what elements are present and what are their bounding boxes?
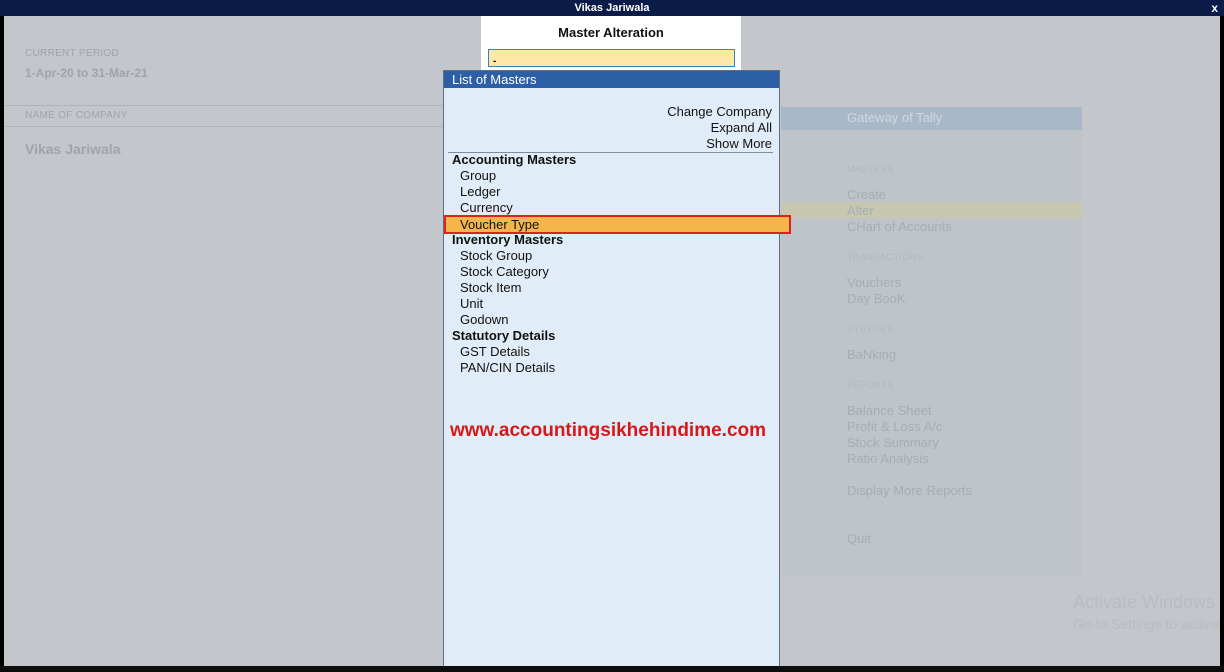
gateway-create[interactable]: Create [847, 187, 886, 202]
name-of-company-label: NAME OF COMPANY [25, 110, 128, 121]
close-icon[interactable]: x [1211, 0, 1218, 16]
master-alteration-dialog: Master Alteration - [481, 16, 741, 76]
list-item-stock-group[interactable]: Stock Group [460, 248, 532, 263]
window-title: Vikas Jariwala [574, 2, 650, 14]
change-company-button[interactable]: Change Company [667, 104, 772, 119]
list-of-masters-panel: List of Masters Change Company Expand Al… [443, 70, 791, 666]
gateway-masters-head: MASTERS [847, 164, 895, 174]
list-item-stock-category[interactable]: Stock Category [460, 264, 549, 279]
activate-windows-subtitle: Go to Settings to activate Windows. [1073, 616, 1220, 632]
list-item-gst-details[interactable]: GST Details [460, 344, 530, 359]
list-item-ledger[interactable]: Ledger [460, 184, 500, 199]
activate-windows-title: Activate Windows [1073, 592, 1216, 612]
company-name: Vikas Jariwala [25, 141, 121, 157]
gateway-stock-summary[interactable]: Stock Summary [847, 435, 939, 450]
section-inventory-masters: Inventory Masters [452, 232, 564, 247]
gateway-reports-head: REPORTS [847, 380, 894, 390]
gateway-title: Gateway of Tally [847, 110, 943, 125]
input-cursor: - [493, 56, 497, 67]
gateway-panel [781, 107, 1082, 577]
gateway-quit[interactable]: Quit [847, 531, 871, 546]
gateway-day-book[interactable]: Day BooK [847, 291, 906, 306]
list-item-godown[interactable]: Godown [460, 312, 508, 327]
gateway-chart-of-accounts[interactable]: CHart of Accounts [847, 219, 952, 234]
list-item-stock-item[interactable]: Stock Item [460, 280, 521, 295]
gateway-alter[interactable]: Alter [847, 203, 874, 218]
section-statutory-details: Statutory Details [452, 328, 556, 343]
window-title-bar: Vikas Jariwala x [0, 0, 1224, 16]
gateway-profit-loss[interactable]: Profit & Loss A/c [847, 419, 942, 434]
divider [4, 126, 444, 127]
gateway-alter-highlight [781, 202, 1082, 218]
app-area: CURRENT PERIOD 1-Apr-20 to 31-Mar-21 NAM… [4, 16, 1220, 666]
gateway-vouchers[interactable]: Vouchers [847, 275, 901, 290]
gateway-ratio-analysis[interactable]: Ratio Analysis [847, 451, 929, 466]
gateway-banking[interactable]: BaNking [847, 347, 896, 362]
show-more-button[interactable]: Show More [706, 136, 772, 151]
bottom-border [0, 666, 1224, 672]
expand-all-button[interactable]: Expand All [711, 120, 772, 135]
master-alteration-input[interactable]: - [488, 49, 735, 67]
list-item-group[interactable]: Group [460, 168, 496, 183]
list-item-currency[interactable]: Currency [460, 200, 513, 215]
list-item-unit[interactable]: Unit [460, 296, 483, 311]
divider [4, 105, 444, 106]
gateway-utilities-head: UTILITIES [847, 324, 894, 334]
current-period-label: CURRENT PERIOD [25, 48, 120, 59]
current-period-value: 1-Apr-20 to 31-Mar-21 [25, 66, 148, 80]
section-accounting-masters: Accounting Masters [452, 152, 577, 167]
gateway-display-more-reports[interactable]: Display More Reports [847, 483, 972, 498]
list-item-pan-cin-details[interactable]: PAN/CIN Details [460, 360, 555, 375]
gateway-balance-sheet[interactable]: Balance Sheet [847, 403, 932, 418]
master-alteration-title: Master Alteration [558, 25, 664, 40]
list-header: List of Masters [444, 71, 779, 88]
list-header-title: List of Masters [452, 72, 537, 87]
website-watermark: www.accountingsikhehindime.com [450, 420, 767, 441]
gateway-transactions-head: TRANSACTIONS [847, 252, 924, 262]
gateway-title-bar: Gateway of Tally [781, 107, 1082, 130]
